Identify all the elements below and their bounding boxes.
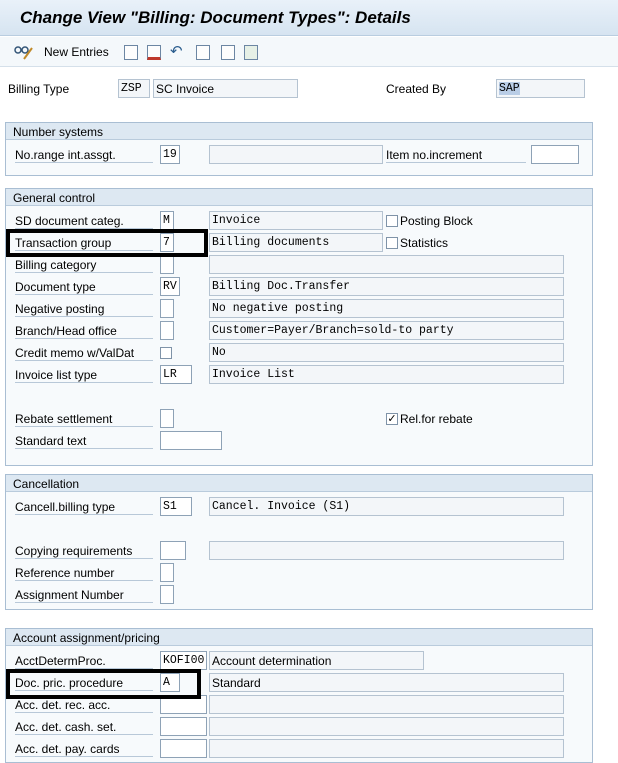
document-type-field[interactable]: RV — [160, 277, 180, 296]
billing-type-label: Billing Type — [8, 82, 70, 96]
assignment-number-label: Assignment Number — [15, 588, 153, 603]
application-toolbar: New Entries ↶ — [0, 37, 618, 67]
rebate-settlement-label: Rebate settlement — [15, 412, 153, 427]
doc-pric-procedure-description: Standard — [209, 673, 564, 692]
new-entries-button[interactable]: New Entries — [14, 43, 109, 61]
created-by-label: Created By — [386, 82, 447, 96]
billing-category-description — [209, 255, 564, 274]
posting-block-label: Posting Block — [400, 214, 473, 228]
sd-categ-description: Invoice — [209, 211, 383, 230]
acc-det-pay-cards-label: Acc. det. pay. cards — [15, 742, 153, 757]
billing-category-field[interactable] — [160, 255, 174, 274]
acc-det-cash-set-label: Acc. det. cash. set. — [15, 720, 153, 735]
item-increment-label: Item no.increment — [386, 148, 526, 163]
branch-head-office-field[interactable] — [160, 321, 174, 340]
acct-determ-proc-label: AcctDetermProc. — [15, 654, 153, 669]
billing-category-label: Billing category — [15, 258, 153, 273]
billing-type-field[interactable]: ZSP — [118, 79, 150, 98]
credit-memo-label: Credit memo w/ValDat — [15, 346, 153, 361]
copying-requirements-description — [209, 541, 564, 560]
copying-requirements-field[interactable] — [160, 541, 186, 560]
nr-range-field[interactable]: 19 — [160, 145, 180, 164]
document-type-description: Billing Doc.Transfer — [209, 277, 564, 296]
posting-block-checkbox[interactable] — [386, 215, 398, 227]
credit-memo-checkbox[interactable] — [160, 347, 172, 359]
acc-det-pay-cards-description — [209, 739, 564, 758]
rel-for-rebate-checkbox[interactable]: ✓ — [386, 413, 398, 425]
invoice-list-type-description: Invoice List — [209, 365, 564, 384]
undo-icon[interactable]: ↶ — [170, 42, 183, 60]
rebate-settlement-field[interactable] — [160, 409, 174, 428]
assignment-number-field[interactable] — [160, 585, 174, 604]
reference-number-field[interactable] — [160, 563, 174, 582]
item-increment-field[interactable] — [531, 145, 579, 164]
acc-det-cash-set-field[interactable] — [160, 717, 207, 736]
general-control-title: General control — [6, 189, 592, 206]
negative-posting-description: No negative posting — [209, 299, 564, 318]
doc-pric-procedure-highlight — [6, 669, 201, 699]
nr-range-description — [209, 145, 383, 164]
cancel-billing-type-field[interactable]: S1 — [160, 497, 192, 516]
nr-range-label: No.range int.assgt. — [15, 148, 153, 163]
acc-det-cash-set-description — [209, 717, 564, 736]
number-systems-title: Number systems — [6, 123, 592, 140]
account-pricing-title: Account assignment/pricing — [6, 629, 592, 646]
new-entries-label: New Entries — [44, 45, 109, 59]
statistics-label: Statistics — [400, 236, 449, 250]
statistics-checkbox[interactable] — [386, 237, 398, 249]
cancellation-title: Cancellation — [6, 475, 592, 492]
title-bar: Change View "Billing: Document Types": D… — [0, 0, 618, 36]
acct-determ-proc-description: Account determination — [209, 651, 424, 670]
acc-det-rec-acc-label: Acc. det. rec. acc. — [15, 698, 153, 713]
sd-categ-label: SD document categ. — [15, 214, 153, 229]
transaction-group-description: Billing documents — [209, 233, 383, 252]
cancel-billing-type-label: Cancell.billing type — [15, 500, 153, 515]
negative-posting-label: Negative posting — [15, 302, 153, 317]
copying-requirements-label: Copying requirements — [15, 544, 153, 559]
next-entry-icon[interactable] — [221, 45, 235, 60]
created-by-field[interactable]: SAP — [496, 79, 585, 98]
created-by-value: SAP — [499, 82, 520, 95]
acct-determ-proc-field[interactable]: KOFI00 — [160, 651, 207, 670]
credit-memo-description: No — [209, 343, 564, 362]
billing-type-description: SC Invoice — [153, 79, 298, 98]
acc-det-pay-cards-field[interactable] — [160, 739, 207, 758]
previous-entry-icon[interactable] — [196, 45, 210, 60]
rel-for-rebate-label: Rel.for rebate — [400, 412, 473, 426]
branch-head-office-description: Customer=Payer/Branch=sold-to party — [209, 321, 564, 340]
invoice-list-type-field[interactable]: LR — [160, 365, 192, 384]
delete-icon[interactable] — [147, 45, 161, 60]
sd-categ-field[interactable]: M — [160, 211, 174, 230]
cancel-billing-type-description: Cancel. Invoice (S1) — [209, 497, 564, 516]
standard-text-label: Standard text — [15, 434, 153, 449]
negative-posting-field[interactable] — [160, 299, 174, 318]
branch-head-office-label: Branch/Head office — [15, 324, 153, 339]
invoice-list-type-label: Invoice list type — [15, 368, 153, 383]
page-title: Change View "Billing: Document Types": D… — [20, 8, 411, 27]
reference-number-label: Reference number — [15, 566, 153, 581]
standard-text-field[interactable] — [160, 431, 222, 450]
acc-det-rec-acc-description — [209, 695, 564, 714]
copy-icon[interactable] — [124, 45, 138, 60]
transaction-group-highlight — [6, 229, 208, 257]
glasses-pencil-icon — [14, 46, 33, 60]
export-icon[interactable] — [244, 45, 258, 60]
document-type-label: Document type — [15, 280, 153, 295]
